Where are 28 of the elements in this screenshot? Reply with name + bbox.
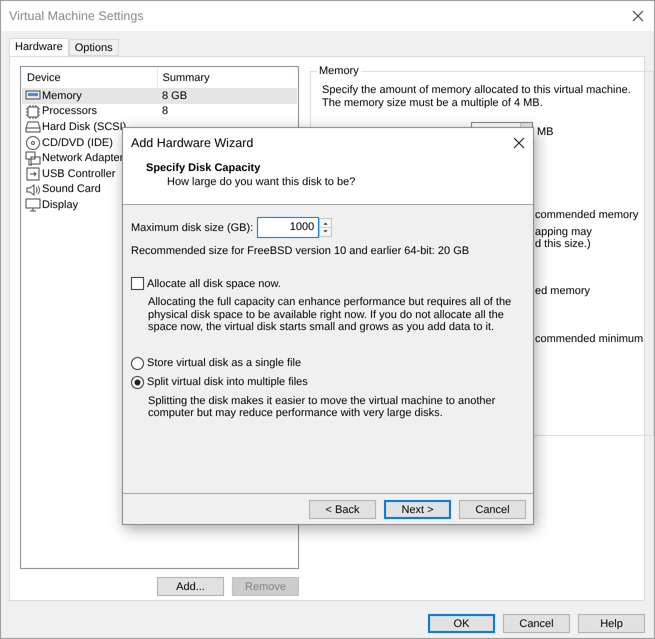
memory-note: commended memory: [535, 209, 640, 221]
radio-label: Store virtual disk as a single file: [147, 357, 302, 369]
wizard-heading: Specify Disk Capacity: [146, 162, 262, 174]
memory-note: apping may: [535, 226, 593, 238]
window-title: Virtual Machine Settings: [9, 9, 144, 23]
device-summary: 8 GB: [161, 90, 188, 102]
device-name: Memory: [42, 90, 82, 102]
dialog-title: Add Hardware Wizard: [131, 136, 254, 150]
unit-label: MB: [537, 126, 554, 138]
checkbox-label: Allocate all disk space now.: [147, 278, 281, 290]
recommendation-text: Recommended size for FreeBSD version 10 and earlier 64-bit: 20 GB: [131, 245, 470, 258]
device-name: USB Controller: [42, 168, 116, 180]
memory-description: Specify the amount of memory allocated to this virtual machine. The memory size must be a multiple of 4 MB.: [322, 84, 632, 110]
device-name: Sound Card: [42, 183, 101, 196]
memory-note: commended minimum: [535, 333, 644, 345]
device-name: Display: [42, 198, 78, 211]
device-name: Network Adapter: [42, 152, 124, 164]
option-description: Splitting the disk makes it easier to move the virtual machine to another computer but may reduce performance with very large disks.: [148, 394, 496, 420]
allocate-description: Allocating the full capacity can enhance performance but requires all of the physical disk space to be available right now. If you do not allocate all the space now, the virtual disk starts small and grows as you add data to it.: [148, 296, 512, 334]
radio-label: Split virtual disk into multiple files: [147, 376, 308, 388]
device-name: CD/DVD (IDE): [42, 136, 113, 149]
memory-note: ed memory: [535, 285, 592, 297]
field-label: Maximum disk size (GB):: [131, 222, 254, 234]
memory-note: d this size.): [535, 238, 592, 250]
wizard-subheading: How large do you want this disk to be?: [166, 176, 356, 188]
group-title: Memory: [317, 65, 361, 77]
device-summary: 8: [161, 105, 168, 118]
device-name: Processors: [42, 105, 98, 118]
